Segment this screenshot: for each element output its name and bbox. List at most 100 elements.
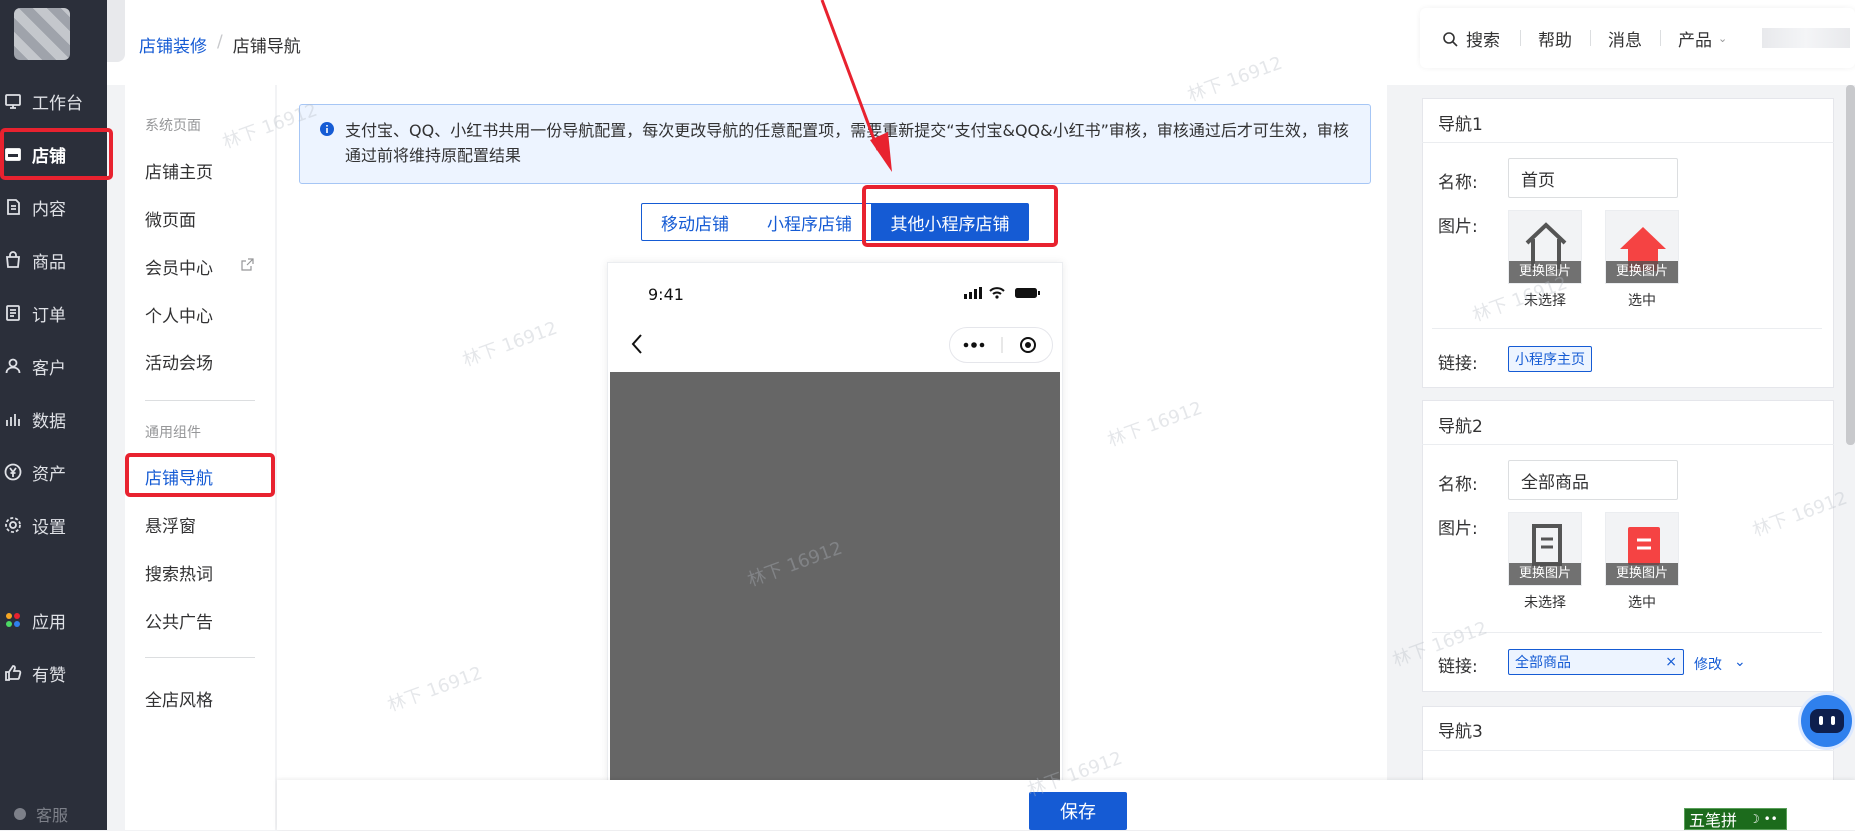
assistant-robot-button[interactable] — [1798, 692, 1855, 750]
submenu-item-event-venue[interactable]: 活动会场 — [145, 349, 213, 374]
annotation-arrow — [820, 0, 892, 172]
products-dropdown[interactable]: 产品 ⌄ — [1678, 26, 1727, 51]
customer-service[interactable]: 客服 — [14, 802, 68, 826]
sidebar-item-label: 商品 — [32, 252, 66, 273]
image-label: 图片: — [1438, 217, 1478, 237]
submenu-item-floating-window[interactable]: 悬浮窗 — [145, 512, 196, 537]
highlight-box-store — [0, 128, 113, 180]
submenu-item-search-hotwords[interactable]: 搜索热词 — [145, 560, 213, 585]
nav-config-title: 导航2 — [1438, 417, 1483, 437]
status-icons — [964, 287, 1040, 299]
sidebar-item-label: 数据 — [32, 411, 66, 432]
sidebar-item-assets[interactable]: 资产 — [0, 448, 107, 496]
breadcrumb-current: 店铺导航 — [232, 37, 301, 57]
search-label: 搜索 — [1466, 31, 1500, 51]
order-icon — [2, 302, 24, 324]
submenu-item-micro-page[interactable]: 微页面 — [145, 206, 196, 231]
messages-link[interactable]: 消息 — [1608, 26, 1642, 51]
selected-label: 选中 — [1628, 595, 1656, 611]
replace-image-label[interactable]: 更换图片 — [1606, 563, 1678, 585]
ime-label: 五笔拼 — [1689, 811, 1738, 830]
back-icon[interactable] — [630, 333, 644, 355]
bag-icon — [2, 249, 24, 271]
thumb-icon — [2, 662, 24, 684]
chevron-down-icon: ⌄ — [1734, 654, 1746, 670]
image-unselected[interactable]: 更换图片 — [1508, 210, 1582, 284]
image-label: 图片: — [1438, 519, 1478, 539]
clock-icon — [14, 808, 26, 820]
nav-name-input[interactable]: 首页 — [1508, 158, 1678, 198]
submenu-item-personal-center[interactable]: 个人中心 — [145, 302, 213, 327]
sidebar-item-label: 工作台 — [32, 93, 83, 114]
capsule-icons — [963, 337, 1036, 353]
moon-icon: ☽ •• — [1749, 812, 1778, 826]
sidebar-item-label: 客户 — [32, 358, 66, 379]
search-button[interactable]: 搜索 — [1442, 26, 1500, 51]
nav-config-title: 导航1 — [1438, 115, 1483, 135]
link-tag[interactable]: 全部商品 × — [1508, 649, 1684, 675]
link-label: 链接: — [1438, 657, 1478, 677]
header-corner — [107, 0, 125, 62]
submenu-divider — [145, 400, 255, 401]
tab-mini-program-store[interactable]: 小程序店铺 — [748, 203, 872, 241]
chart-icon — [2, 408, 24, 430]
sidebar-item-label: 资产 — [32, 464, 66, 485]
unselected-label: 未选择 — [1524, 595, 1566, 611]
link-tag-label: 全部商品 — [1515, 655, 1571, 671]
toolbar-divider — [1660, 30, 1661, 46]
sidebar-item-apps[interactable]: 应用 — [0, 596, 107, 644]
sidebar-item-goods[interactable]: 商品 — [0, 236, 107, 284]
sidebar-item-label: 有赞 — [32, 665, 66, 686]
account-name-blurred[interactable] — [1762, 28, 1850, 48]
gear-icon — [2, 514, 24, 536]
scrollbar-thumb[interactable] — [1846, 85, 1855, 445]
products-label: 产品 — [1678, 31, 1712, 51]
sidebar-item-customers[interactable]: 客户 — [0, 342, 107, 390]
sidebar-item-youzan[interactable]: 有赞 — [0, 649, 107, 697]
dashboard-icon — [2, 90, 24, 112]
nav-name-input[interactable]: 全部商品 — [1508, 460, 1678, 500]
link-tag[interactable]: 小程序主页 — [1508, 346, 1592, 372]
sidebar-item-orders[interactable]: 订单 — [0, 289, 107, 337]
modify-label: 修改 — [1694, 657, 1722, 673]
link-label: 链接: — [1438, 354, 1478, 374]
breadcrumb-parent[interactable]: 店铺装修 — [139, 32, 207, 57]
replace-image-label[interactable]: 更换图片 — [1509, 563, 1581, 585]
list-filled-icon — [1628, 527, 1660, 565]
card-divider — [1422, 750, 1834, 751]
submenu-item-store-style[interactable]: 全店风格 — [145, 686, 213, 711]
image-selected[interactable]: 更换图片 — [1605, 512, 1679, 586]
submenu-item-home[interactable]: 店铺主页 — [145, 158, 213, 183]
close-icon[interactable]: × — [1665, 654, 1677, 670]
submenu-group-title: 通用组件 — [145, 425, 201, 441]
external-link-icon[interactable] — [241, 258, 254, 271]
submenu-divider — [145, 657, 255, 658]
image-unselected[interactable]: 更换图片 — [1508, 512, 1582, 586]
help-link[interactable]: 帮助 — [1538, 26, 1572, 51]
sidebar-item-settings[interactable]: 设置 — [0, 501, 107, 549]
search-icon — [1443, 31, 1458, 47]
customer-service-label: 客服 — [36, 806, 69, 825]
tab-mobile-store[interactable]: 移动店铺 — [641, 203, 749, 241]
sidebar-item-content[interactable]: 内容 — [0, 183, 107, 231]
submenu-item-member-center[interactable]: 会员中心 — [145, 254, 213, 279]
nav-config-card-3 — [1422, 706, 1834, 786]
submenu-item-public-ads[interactable]: 公共广告 — [145, 608, 213, 633]
image-selected[interactable]: 更换图片 — [1605, 210, 1679, 284]
shop-avatar[interactable] — [14, 8, 70, 60]
yen-icon — [2, 461, 24, 483]
replace-image-label[interactable]: 更换图片 — [1606, 261, 1678, 283]
sidebar-item-data[interactable]: 数据 — [0, 395, 107, 443]
info-icon — [320, 122, 334, 136]
card-divider — [1432, 632, 1822, 633]
selected-label: 选中 — [1628, 293, 1656, 309]
chevron-down-icon: ⌄ — [1718, 32, 1728, 45]
modify-link-dropdown[interactable]: 修改 ⌄ — [1694, 654, 1746, 674]
breadcrumb-separator: / — [217, 32, 223, 52]
ime-indicator[interactable]: 五笔拼 ☽ •• — [1684, 808, 1787, 830]
header-toolbar: 搜索 帮助 消息 产品 ⌄ — [1420, 8, 1855, 68]
card-divider — [1422, 444, 1834, 445]
user-icon — [2, 355, 24, 377]
status-time: 9:41 — [648, 285, 684, 304]
sidebar-item-workbench[interactable]: 工作台 — [0, 77, 107, 125]
